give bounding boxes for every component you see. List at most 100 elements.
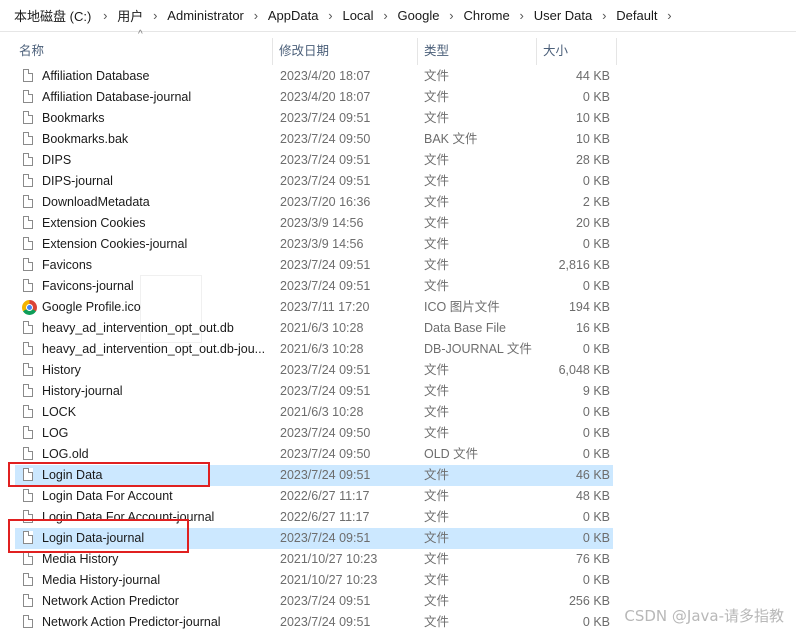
- file-row[interactable]: Bookmarks.bak 2023/7/24 09:50 BAK 文件 10 KB: [15, 129, 613, 150]
- file-type: BAK 文件: [424, 132, 478, 146]
- file-type: 文件: [424, 594, 450, 608]
- file-icon: [23, 447, 33, 460]
- address-breadcrumb[interactable]: 本地磁盘 (C:) › 用户 › Administrator › AppData › Local…: [0, 0, 796, 32]
- file-name-cell[interactable]: Favicons-journal: [17, 276, 269, 297]
- file-date: 2023/7/24 09:51: [280, 279, 371, 293]
- file-row[interactable]: Network Action Predictor-journal 2023/7/2…: [15, 612, 613, 633]
- chevron-right-icon[interactable]: ›: [596, 8, 612, 23]
- chevron-right-icon[interactable]: ›: [322, 8, 338, 23]
- file-name-cell[interactable]: Affiliation Database-journal: [17, 87, 269, 108]
- file-name-cell[interactable]: Media History-journal: [17, 570, 269, 591]
- file-row[interactable]: Extension Cookies-journal 2023/3/9 14:56 文…: [15, 234, 613, 255]
- file-row[interactable]: Extension Cookies 2023/3/9 14:56 文件 20 KB: [15, 213, 613, 234]
- file-row[interactable]: Google Profile.ico 2023/7/11 17:20 ICO 图片文…: [15, 297, 613, 318]
- column-header-size[interactable]: 大小: [537, 38, 617, 65]
- breadcrumb-item[interactable]: User Data ›: [534, 8, 617, 23]
- file-name: Network Action Predictor-journal: [42, 615, 221, 629]
- file-type: 文件: [424, 258, 450, 272]
- file-row[interactable]: LOG 2023/7/24 09:50 文件 0 KB: [15, 423, 613, 444]
- breadcrumb-item[interactable]: AppData ›: [268, 8, 343, 23]
- file-row[interactable]: LOCK 2021/6/3 10:28 文件 0 KB: [15, 402, 613, 423]
- file-name-cell[interactable]: Network Action Predictor: [17, 591, 269, 612]
- breadcrumb-item[interactable]: Default ›: [616, 8, 681, 23]
- chevron-right-icon[interactable]: ›: [147, 8, 163, 23]
- file-date: 2023/4/20 18:07: [280, 69, 371, 83]
- file-name-cell[interactable]: DownloadMetadata: [17, 192, 269, 213]
- breadcrumb-label: User Data: [533, 8, 593, 23]
- file-name-cell[interactable]: heavy_ad_intervention_opt_out.db: [17, 318, 269, 339]
- file-icon: [23, 90, 33, 103]
- chevron-right-icon[interactable]: ›: [443, 8, 459, 23]
- highlight-box-login-data-journal: [8, 519, 189, 553]
- file-icon: [23, 132, 33, 145]
- file-row[interactable]: DownloadMetadata 2023/7/20 16:36 文件 2 KB: [15, 192, 613, 213]
- file-size: 0 KB: [582, 279, 610, 293]
- column-header-name[interactable]: 名称: [13, 38, 273, 65]
- file-icon: [23, 279, 33, 292]
- file-date: 2023/7/11 17:20: [280, 300, 370, 314]
- file-name: Bookmarks: [42, 111, 105, 125]
- file-row[interactable]: History 2023/7/24 09:51 文件 6,048 KB: [15, 360, 613, 381]
- file-icon: [23, 384, 33, 397]
- file-row[interactable]: Affiliation Database 2023/4/20 18:07 文件 44 …: [15, 66, 613, 87]
- file-size: 0 KB: [582, 426, 610, 440]
- chevron-right-icon[interactable]: ›: [514, 8, 530, 23]
- file-name-cell[interactable]: Login Data For Account: [17, 486, 269, 507]
- breadcrumb-item[interactable]: Administrator ›: [167, 8, 268, 23]
- file-name-cell[interactable]: Favicons: [17, 255, 269, 276]
- file-name-cell[interactable]: DIPS-journal: [17, 171, 269, 192]
- file-row[interactable]: heavy_ad_intervention_opt_out.db 2021/6/3…: [15, 318, 613, 339]
- file-size: 10 KB: [575, 132, 610, 146]
- file-name-cell[interactable]: LOG: [17, 423, 269, 444]
- file-date: 2023/7/24 09:51: [280, 531, 371, 545]
- file-name-cell[interactable]: DIPS: [17, 150, 269, 171]
- file-type: 文件: [424, 111, 450, 125]
- breadcrumb-item[interactable]: 本地磁盘 (C:) ›: [14, 6, 117, 25]
- file-row[interactable]: Login Data For Account 2022/6/27 11:17 文件 4…: [15, 486, 613, 507]
- file-name: Extension Cookies: [42, 216, 146, 230]
- column-header-date[interactable]: 修改日期: [273, 38, 418, 65]
- file-icon: [23, 573, 33, 586]
- file-type: 文件: [424, 426, 450, 440]
- breadcrumb-item[interactable]: 用户 ›: [117, 6, 167, 25]
- file-name-cell[interactable]: Affiliation Database: [17, 66, 269, 87]
- chevron-right-icon[interactable]: ›: [248, 8, 264, 23]
- file-row[interactable]: History-journal 2023/7/24 09:51 文件 9 KB: [15, 381, 613, 402]
- file-row[interactable]: Favicons-journal 2023/7/24 09:51 文件 0 KB: [15, 276, 613, 297]
- file-name-cell[interactable]: History-journal: [17, 381, 269, 402]
- file-name-cell[interactable]: Bookmarks: [17, 108, 269, 129]
- file-icon: [23, 363, 33, 376]
- file-name: Media History-journal: [42, 573, 161, 587]
- file-name: Network Action Predictor: [42, 594, 179, 608]
- file-name-cell[interactable]: Extension Cookies: [17, 213, 269, 234]
- file-type: 文件: [424, 573, 450, 587]
- breadcrumb-item[interactable]: Google ›: [398, 8, 464, 23]
- file-row[interactable]: Media History-journal 2021/10/27 10:23 文件 0…: [15, 570, 613, 591]
- file-row[interactable]: Favicons 2023/7/24 09:51 文件 2,816 KB: [15, 255, 613, 276]
- file-name-cell[interactable]: Bookmarks.bak: [17, 129, 269, 150]
- file-name: History: [42, 363, 81, 377]
- file-date: 2023/7/24 09:51: [280, 153, 371, 167]
- file-row[interactable]: Bookmarks 2023/7/24 09:51 文件 10 KB: [15, 108, 613, 129]
- file-name-cell[interactable]: Network Action Predictor-journal: [17, 612, 269, 633]
- file-name-cell[interactable]: Google Profile.ico: [17, 297, 269, 318]
- breadcrumb-label: 用户: [117, 9, 144, 24]
- column-header-type[interactable]: 类型: [418, 38, 537, 65]
- file-name-cell[interactable]: History: [17, 360, 269, 381]
- file-row[interactable]: DIPS 2023/7/24 09:51 文件 28 KB: [15, 150, 613, 171]
- chevron-right-icon[interactable]: ›: [97, 8, 113, 23]
- file-icon: [23, 426, 33, 439]
- breadcrumb-item[interactable]: Chrome ›: [463, 8, 533, 23]
- file-row[interactable]: Network Action Predictor 2023/7/24 09:51 文…: [15, 591, 613, 612]
- file-row[interactable]: Affiliation Database-journal 2023/4/20 18…: [15, 87, 613, 108]
- file-name-cell[interactable]: LOCK: [17, 402, 269, 423]
- file-row[interactable]: heavy_ad_intervention_opt_out.db-jou... 2…: [15, 339, 613, 360]
- breadcrumb-label: AppData: [267, 8, 319, 23]
- chevron-right-icon[interactable]: ›: [378, 8, 394, 23]
- file-size: 20 KB: [575, 216, 610, 230]
- file-row[interactable]: DIPS-journal 2023/7/24 09:51 文件 0 KB: [15, 171, 613, 192]
- file-name-cell[interactable]: heavy_ad_intervention_opt_out.db-jou...: [17, 339, 269, 360]
- chevron-right-icon[interactable]: ›: [661, 8, 677, 23]
- breadcrumb-item[interactable]: Local ›: [342, 8, 397, 23]
- file-name-cell[interactable]: Extension Cookies-journal: [17, 234, 269, 255]
